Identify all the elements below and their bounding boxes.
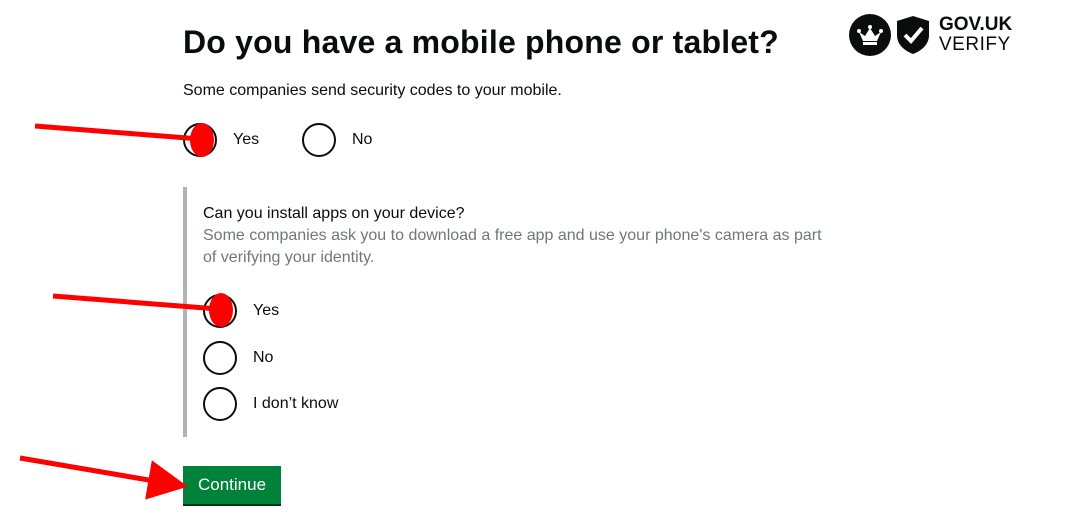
radio-button-checked[interactable] [183, 123, 217, 157]
logo-product: VERIFY [939, 34, 1011, 55]
question2-title: Can you install apps on your device? [203, 205, 465, 222]
page: Do you have a mobile phone or tablet? GO… [0, 0, 1087, 514]
govuk-verify-logo: GOV.UK VERIFY [849, 14, 1012, 56]
radio-button[interactable] [203, 387, 237, 421]
radio-label-no: No [253, 349, 274, 366]
page-title: Do you have a mobile phone or tablet? [183, 24, 779, 60]
annotation-arrow-2 [52, 293, 219, 312]
radio-button-checked[interactable] [203, 294, 237, 328]
radio-label-no: No [352, 131, 373, 148]
radio-mobile-no[interactable]: No [302, 123, 372, 157]
crown-icon [849, 14, 891, 56]
radio-label-dont-know: I don’t know [253, 395, 339, 412]
radio-apps-yes[interactable]: Yes [203, 294, 279, 328]
question2-hint: Some companies ask you to download a fre… [203, 227, 822, 266]
question1-hint: Some companies send security codes to yo… [183, 82, 562, 99]
radio-button[interactable] [203, 341, 237, 375]
radio-apps-dont-know[interactable]: I don’t know [203, 387, 338, 421]
logo-text: GOV.UK VERIFY [939, 15, 1012, 55]
conditional-inset-border [183, 187, 187, 437]
radio-mobile-yes[interactable]: Yes [183, 123, 259, 157]
continue-button[interactable]: Continue [183, 466, 282, 504]
annotation-arrow-1 [34, 123, 201, 142]
annotation-arrow-3 [19, 455, 188, 500]
radio-label-yes: Yes [253, 302, 280, 319]
question2: Can you install apps on your device? Som… [203, 203, 823, 269]
radio-button[interactable] [302, 123, 336, 157]
shield-check-icon [895, 15, 931, 55]
logo-brand: GOV.UK [939, 14, 1013, 35]
radio-apps-no[interactable]: No [203, 341, 273, 375]
radio-label-yes: Yes [233, 131, 260, 148]
